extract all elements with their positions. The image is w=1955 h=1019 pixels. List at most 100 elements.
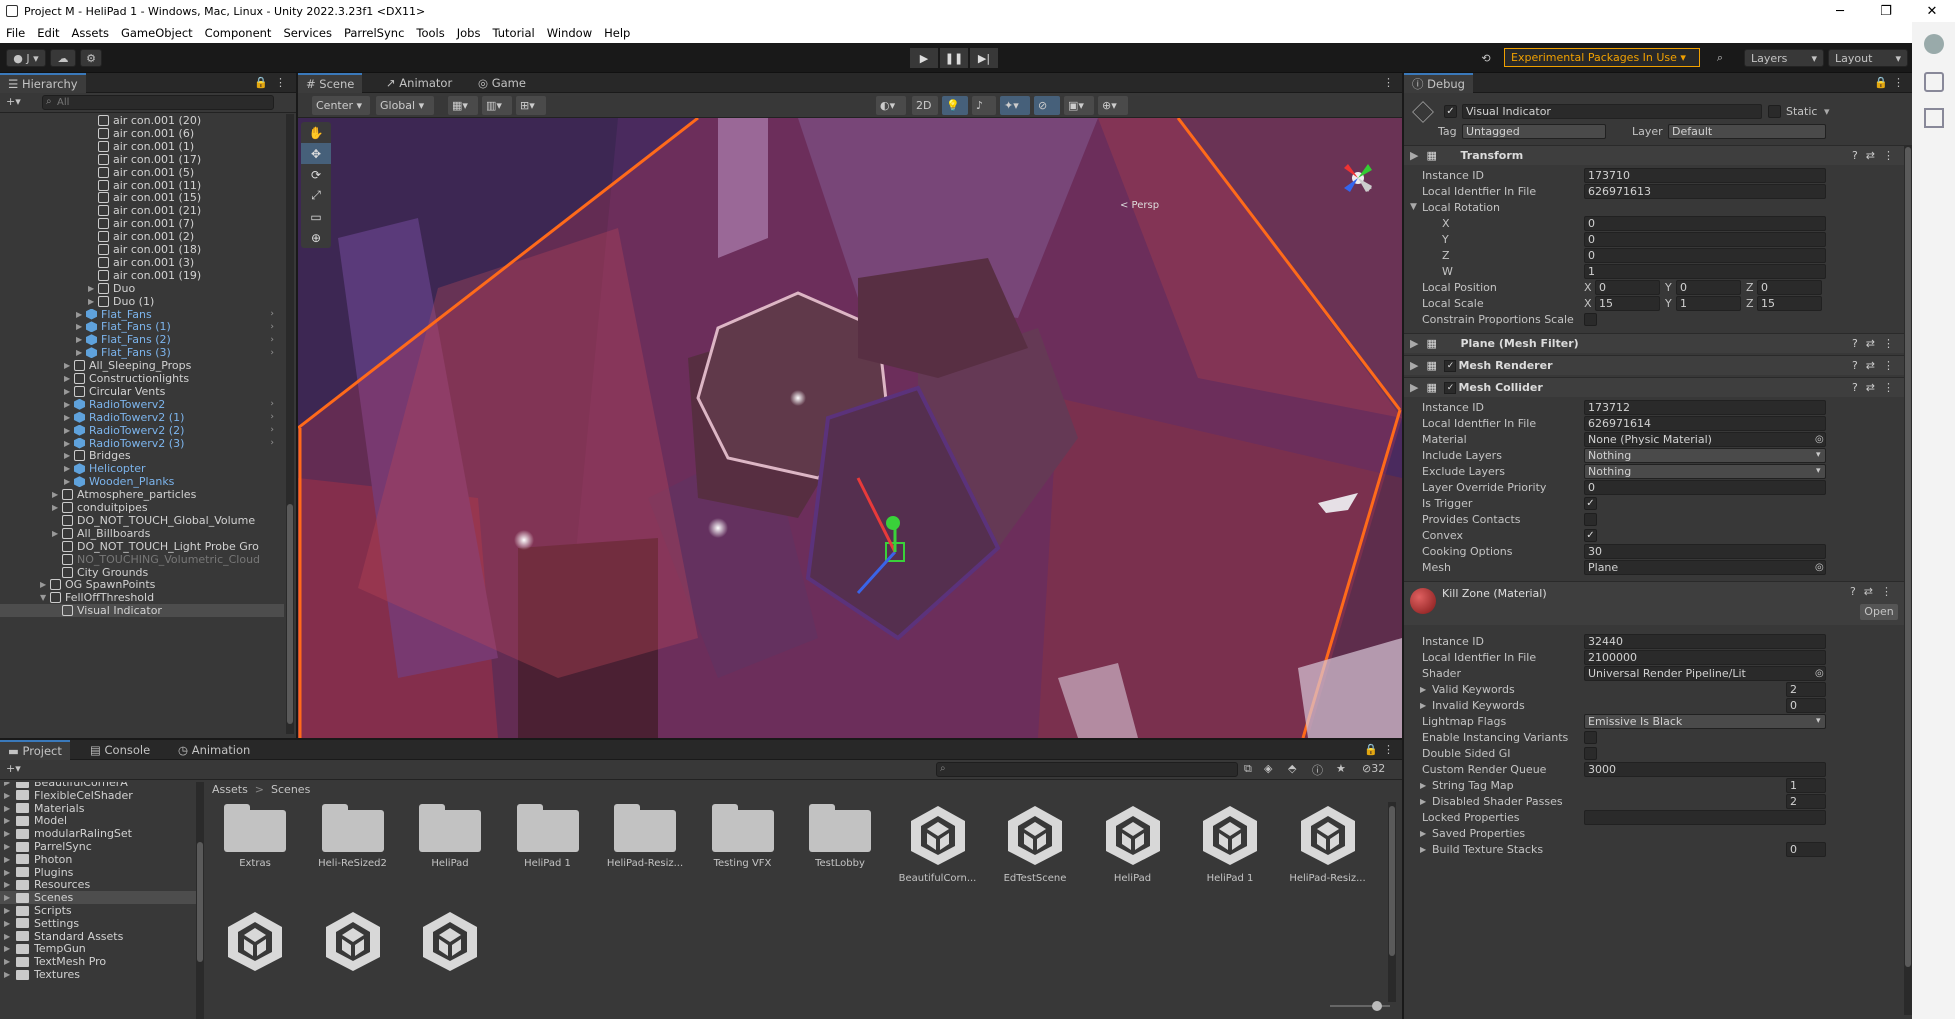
lighting-icon[interactable]: 💡 — [942, 96, 968, 115]
property-value-field[interactable]: 2100000 — [1584, 649, 1826, 665]
expand-arrow-icon[interactable]: ▶ — [76, 335, 86, 344]
history-icon[interactable]: ⟲ — [1474, 49, 1498, 67]
axis-z-field[interactable]: 15 — [1757, 295, 1822, 311]
property-checkbox[interactable] — [1584, 746, 1597, 760]
open-prefab-icon[interactable]: › — [270, 335, 274, 345]
collab-settings-icon[interactable]: ⚙ — [80, 49, 102, 67]
hierarchy-item[interactable]: NO_TOUCHING_Volumetric_Cloud — [0, 553, 284, 566]
expand-arrow-icon[interactable]: ▶ — [64, 400, 74, 409]
scale-tool-icon[interactable]: ⤢ — [301, 185, 331, 206]
open-prefab-icon[interactable]: › — [270, 425, 274, 435]
hierarchy-item[interactable]: air con.001 (20) — [0, 114, 284, 127]
expand-arrow-icon[interactable]: ▶ — [0, 868, 16, 877]
lock-icon[interactable]: 🔒 — [1364, 743, 1378, 756]
property-checkbox[interactable] — [1584, 730, 1597, 744]
tag-icon[interactable]: ⬘ — [1288, 762, 1296, 775]
hierarchy-item[interactable]: air con.001 (11) — [0, 179, 284, 192]
folder-tree-item[interactable]: ▶ Settings — [0, 917, 196, 930]
folder-tree-item[interactable]: ▶ Model — [0, 814, 196, 827]
static-dropdown-icon[interactable]: ▾ — [1824, 105, 1830, 118]
expand-arrow-icon[interactable]: ▶ — [64, 477, 74, 486]
hierarchy-item[interactable]: ▶ RadioTowerv2 (3) › — [0, 437, 284, 450]
open-prefab-icon[interactable]: › — [270, 322, 274, 332]
property-checkbox[interactable]: ✓ — [1584, 496, 1597, 510]
property-value-field[interactable]: 626971613 — [1584, 183, 1826, 199]
hierarchy-item[interactable]: ▶ Wooden_Planks — [0, 475, 284, 488]
play-button[interactable]: ▶ — [910, 48, 938, 68]
expand-arrow-icon[interactable]: ▶ — [64, 451, 74, 460]
folder-tree-item[interactable]: ▶ TextMesh Pro — [0, 955, 196, 968]
property-checkbox[interactable]: ✓ — [1584, 528, 1597, 542]
foldout-arrow-icon[interactable]: ▼ — [1410, 202, 1417, 212]
object-picker-icon[interactable]: ◎ — [1815, 668, 1824, 679]
step-button[interactable]: ▶| — [970, 48, 998, 68]
property-value-field[interactable]: 1 — [1584, 263, 1826, 279]
asset-scene[interactable] — [306, 908, 400, 979]
expand-arrow-icon[interactable]: ▶ — [52, 490, 62, 499]
open-prefab-icon[interactable]: › — [270, 348, 274, 358]
expand-arrow-icon[interactable]: ▼ — [40, 593, 50, 602]
gizmos-icon[interactable]: ⊕▾ — [1098, 96, 1128, 115]
menu-window[interactable]: Window — [541, 26, 598, 40]
rect-tool-icon[interactable]: ▭ — [301, 206, 331, 227]
package-icon[interactable] — [1924, 72, 1944, 92]
hierarchy-item[interactable]: ▼ FellOffThreshold — [0, 591, 284, 604]
axis-z-field[interactable]: 0 — [1757, 279, 1822, 295]
rotate-tool-icon[interactable]: ⟳ — [301, 164, 331, 185]
expand-arrow-icon[interactable]: ▶ — [0, 906, 16, 915]
scene-viewport[interactable]: ✋ ✥ ⟳ ⤢ ▭ ⊕ < Persp — [298, 118, 1402, 738]
property-value-field[interactable]: Nothing — [1584, 463, 1826, 479]
pivot-dropdown[interactable]: Center ▾ — [312, 96, 370, 115]
folder-tree-item[interactable]: ▶ modularRalingSet — [0, 827, 196, 840]
property-value-field[interactable]: 1 — [1786, 777, 1826, 793]
tab-console[interactable]: ▤ Console — [82, 740, 158, 760]
hierarchy-item[interactable]: City Grounds — [0, 566, 284, 579]
folder-tree-item[interactable]: ▶ Resources — [0, 878, 196, 891]
hierarchy-scrollbar[interactable] — [286, 114, 294, 734]
expand-arrow-icon[interactable]: ▶ — [0, 893, 16, 902]
hierarchy-item[interactable]: ▶ Flat_Fans (2) › — [0, 333, 284, 346]
layout-dropdown[interactable]: Layout ▾ — [1828, 49, 1908, 67]
open-prefab-icon[interactable]: › — [270, 412, 274, 422]
property-value-field[interactable]: 2 — [1786, 793, 1826, 809]
open-prefab-icon[interactable]: › — [270, 399, 274, 409]
transform-tool-icon[interactable]: ⊕ — [301, 227, 331, 248]
hidden-packages-icon[interactable]: ⊘32 — [1362, 762, 1385, 775]
folder-tree-item[interactable]: ▶ FlexibleCelShader — [0, 789, 196, 802]
asset-scene[interactable]: BeautifulCorn... — [891, 802, 985, 884]
expand-arrow-icon[interactable]: ▶ — [88, 284, 98, 293]
grid-visibility-icon[interactable]: ▥▾ — [482, 96, 512, 115]
tab-scene[interactable]: # Scene — [298, 73, 363, 93]
audio-icon[interactable]: ♪ — [972, 96, 996, 115]
foldout-arrow-icon[interactable]: ▶ — [1420, 845, 1426, 854]
local-rotation-foldout[interactable]: ▼ Local Rotation — [1404, 199, 1912, 215]
asset-folder[interactable]: HeliPad — [403, 802, 497, 869]
expand-arrow-icon[interactable]: ▶ — [0, 880, 16, 889]
property-value-field[interactable]: 0 — [1786, 697, 1826, 713]
camera-settings-icon[interactable]: ▣▾ — [1064, 96, 1094, 115]
property-checkbox[interactable] — [1584, 512, 1597, 526]
folder-tree-item[interactable]: ▶ TempGun — [0, 942, 196, 955]
more-icon[interactable]: ⋮ — [1383, 743, 1394, 756]
dropdown-arrow-icon[interactable]: ▾ — [1816, 716, 1821, 726]
foldout-arrow-icon[interactable]: ▶ — [1420, 797, 1426, 806]
expand-arrow-icon[interactable]: ▶ — [76, 322, 86, 331]
property-value-field[interactable]: Nothing — [1584, 447, 1826, 463]
tab-debug[interactable]: ⓘ Debug — [1404, 73, 1473, 93]
foldout-arrow-icon[interactable]: ▶ — [1410, 381, 1418, 394]
property-value-field[interactable]: 0 — [1584, 215, 1826, 231]
hierarchy-item[interactable]: ▶ Flat_Fans (3) › — [0, 346, 284, 359]
expand-arrow-icon[interactable]: ▶ — [0, 919, 16, 928]
add-icon[interactable]: +▾ — [6, 95, 21, 108]
expand-arrow-icon[interactable]: ▶ — [52, 503, 62, 512]
project-search-input[interactable]: ⌕ — [936, 762, 1238, 777]
foldout-arrow-icon[interactable]: ▶ — [1410, 359, 1418, 372]
close-button[interactable]: ✕ — [1909, 0, 1955, 22]
hidden-objects-icon[interactable]: ⊘ — [1034, 96, 1060, 115]
hierarchy-item[interactable]: ▶ RadioTowerv2 (1) › — [0, 411, 284, 424]
hierarchy-item[interactable]: air con.001 (6) — [0, 127, 284, 140]
layer-dropdown[interactable]: Default — [1668, 123, 1826, 139]
search-by-type-icon[interactable]: ⧉ — [1244, 762, 1252, 776]
expand-arrow-icon[interactable]: ▶ — [64, 413, 74, 422]
cloud-icon[interactable]: ☁ — [50, 49, 76, 67]
